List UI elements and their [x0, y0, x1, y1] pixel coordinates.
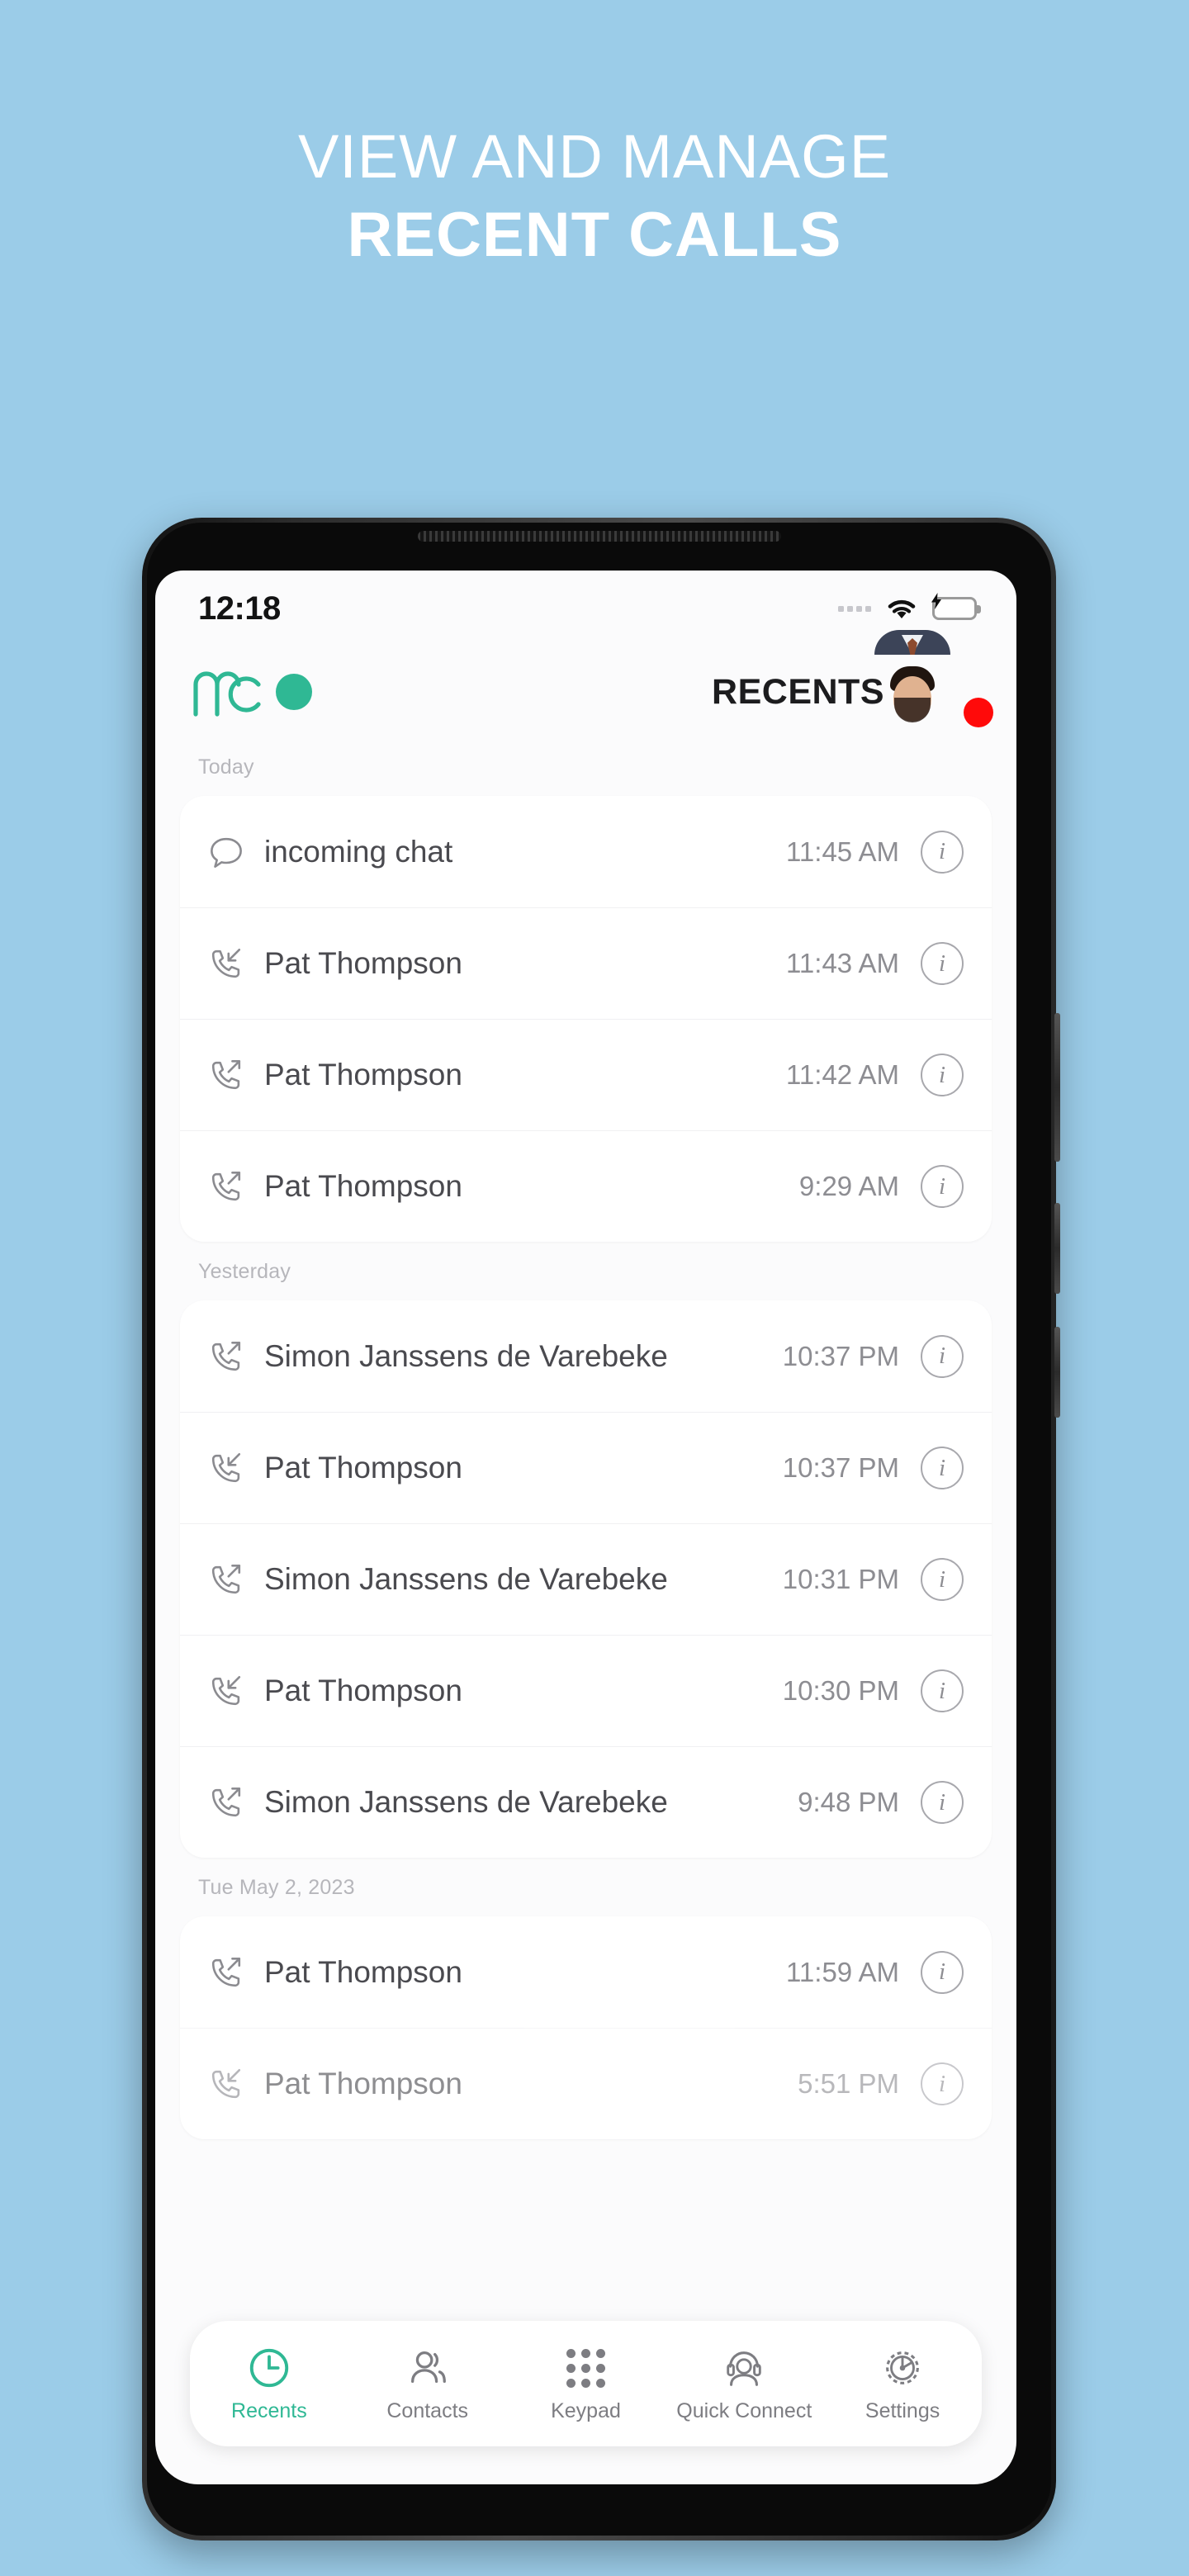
clock-icon [245, 2344, 293, 2392]
tab-quick-connect[interactable]: Quick Connect [665, 2344, 823, 2423]
table-row[interactable]: Pat Thompson 10:37 PM i [180, 1412, 992, 1523]
tab-label: Recents [231, 2399, 307, 2422]
tab-label: Quick Connect [676, 2399, 812, 2422]
call-row-time: 9:48 PM [798, 1787, 899, 1817]
presence-dot-icon [276, 674, 312, 710]
section-card-today: incoming chat 11:45 AM i Pat Thompson 11… [180, 796, 992, 1242]
call-row-name: Pat Thompson [264, 1169, 462, 1203]
call-row-name: Pat Thompson [264, 1954, 462, 1989]
call-info-button[interactable]: i [921, 942, 964, 985]
call-row-time: 11:42 AM [786, 1059, 899, 1090]
table-row[interactable]: Pat Thompson 11:42 AM i [180, 1019, 992, 1130]
section-header-date: Tue May 2, 2023 [198, 1876, 355, 1899]
call-row-time: 10:37 PM [782, 1340, 899, 1371]
tab-settings[interactable]: Settings [823, 2344, 982, 2423]
call-row-time: 10:30 PM [782, 1675, 899, 1706]
call-incoming-icon [203, 940, 249, 987]
volume-rocker-button[interactable] [1054, 1013, 1060, 1162]
call-row-name: Simon Janssens de Varebeke [264, 1338, 668, 1373]
tab-label: Settings [865, 2399, 940, 2422]
call-row-time: 10:37 PM [782, 1452, 899, 1483]
call-row-time: 11:45 AM [786, 836, 899, 867]
call-row-time: 9:29 AM [798, 1171, 899, 1201]
call-row-name: incoming chat [264, 834, 453, 869]
call-info-button[interactable]: i [921, 830, 964, 874]
status-bar-indicators [838, 593, 981, 621]
section-card-yesterday: Simon Janssens de Varebeke 10:37 PM i Pa… [180, 1300, 992, 1858]
tab-recents[interactable]: Recents [190, 2344, 348, 2423]
promo-headline-line1: VIEW AND MANAGE [297, 122, 892, 191]
call-info-button[interactable]: i [921, 1558, 964, 1601]
assistant-button[interactable] [1054, 1327, 1060, 1418]
phone-screen: 12:18 RECENTS Today incoming chat 11:45 … [155, 571, 1016, 2484]
call-outgoing-icon [203, 1949, 249, 1996]
dialpad-icon [561, 2344, 609, 2392]
call-outgoing-icon [203, 1052, 249, 1098]
table-row[interactable]: Simon Janssens de Varebeke 9:48 PM i [180, 1746, 992, 1858]
power-button[interactable] [1054, 1203, 1060, 1294]
call-outgoing-icon [203, 1556, 249, 1603]
gear-icon [879, 2344, 926, 2392]
tab-contacts[interactable]: Contacts [348, 2344, 507, 2423]
call-info-button[interactable]: i [921, 1781, 964, 1824]
promo-headline-line2: RECENT CALLS [347, 199, 842, 270]
chat-bubble-icon [203, 829, 249, 875]
headset-agent-icon [720, 2344, 768, 2392]
signal-dots-icon [838, 605, 871, 612]
table-row[interactable]: Pat Thompson 11:59 AM i [180, 1916, 992, 2028]
promo-headline: VIEW AND MANAGE RECENT CALLS [0, 124, 1189, 270]
table-row[interactable]: Pat Thompson 10:30 PM i [180, 1635, 992, 1746]
app-header: RECENTS [155, 630, 1016, 737]
call-row-time: 11:59 AM [786, 1956, 899, 1987]
call-row-time: 10:31 PM [782, 1564, 899, 1594]
recents-list: Today incoming chat 11:45 AM i Pat Thomp… [155, 737, 1016, 2139]
bottom-tab-bar: Recents Contacts Keypad Quick Connect Se… [190, 2321, 982, 2446]
call-incoming-icon [203, 1445, 249, 1491]
table-row[interactable]: Simon Janssens de Varebeke 10:37 PM i [180, 1300, 992, 1412]
wifi-icon [885, 596, 918, 621]
call-info-button[interactable]: i [921, 1165, 964, 1208]
people-icon [404, 2344, 452, 2392]
avatar[interactable] [874, 630, 993, 729]
call-outgoing-icon [203, 1333, 249, 1380]
call-incoming-icon [203, 2061, 249, 2107]
call-row-name: Simon Janssens de Varebeke [264, 1562, 668, 1596]
call-row-time: 11:43 AM [786, 948, 899, 978]
table-row[interactable]: Pat Thompson 5:51 PM i [180, 2028, 992, 2139]
call-row-time: 5:51 PM [798, 2068, 899, 2099]
table-row[interactable]: incoming chat 11:45 AM i [180, 796, 992, 907]
tab-label: Contacts [386, 2399, 469, 2422]
call-outgoing-icon [203, 1163, 249, 1210]
status-bar-clock: 12:18 [198, 590, 281, 627]
section-card-date: Pat Thompson 11:59 AM i Pat Thompson 5:5… [180, 1916, 992, 2139]
section-header-yesterday: Yesterday [198, 1260, 291, 1283]
status-badge-icon [964, 698, 993, 727]
call-info-button[interactable]: i [921, 2062, 964, 2105]
section-header-today: Today [198, 755, 254, 779]
call-row-name: Pat Thompson [264, 1058, 462, 1091]
table-row[interactable]: Pat Thompson 11:43 AM i [180, 907, 992, 1019]
call-row-name: Pat Thompson [264, 1674, 462, 1707]
call-info-button[interactable]: i [921, 1950, 964, 1994]
call-info-button[interactable]: i [921, 1054, 964, 1096]
earpiece-speaker-icon [417, 531, 781, 542]
call-row-name: Simon Janssens de Varebeke [264, 1785, 668, 1819]
call-info-button[interactable]: i [921, 1447, 964, 1489]
table-row[interactable]: Simon Janssens de Varebeke 10:31 PM i [180, 1523, 992, 1635]
call-outgoing-icon [203, 1779, 249, 1825]
call-info-button[interactable]: i [921, 1669, 964, 1712]
page-title: RECENTS [712, 671, 884, 712]
call-incoming-icon [203, 1668, 249, 1714]
table-row[interactable]: Pat Thompson 9:29 AM i [180, 1130, 992, 1242]
battery-charging-icon [931, 593, 981, 620]
tab-keypad[interactable]: Keypad [507, 2344, 666, 2423]
phone-device-frame: 12:18 RECENTS Today incoming chat 11:45 … [142, 518, 1060, 2540]
call-row-name: Pat Thompson [264, 1451, 462, 1485]
call-info-button[interactable]: i [921, 1334, 964, 1378]
call-row-name: Pat Thompson [264, 946, 462, 980]
mc-logo-icon [192, 666, 263, 717]
tab-label: Keypad [551, 2399, 621, 2422]
call-row-name: Pat Thompson [264, 2067, 462, 2100]
